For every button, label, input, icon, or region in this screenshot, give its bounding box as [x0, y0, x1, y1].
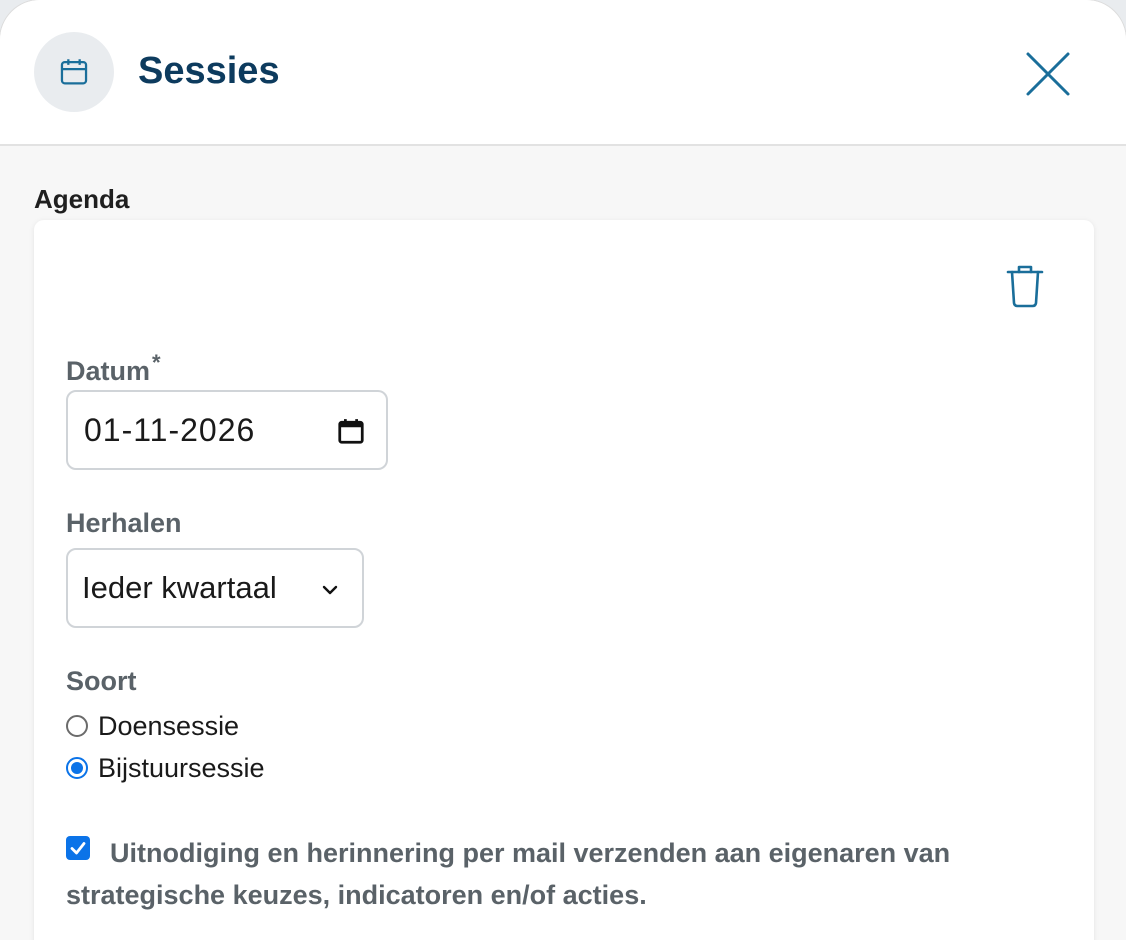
notify-checkbox-row[interactable]: Uitnodiging en herinnering per mail verz… [66, 832, 1046, 916]
sessions-modal: Sessies Agenda Datum* 01-11-2026 Herhale… [0, 0, 1126, 940]
date-value: 01-11-2026 [84, 411, 256, 448]
calendar-icon [60, 59, 88, 85]
delete-session-button[interactable] [1000, 258, 1050, 314]
type-label: Soort [66, 666, 137, 696]
date-label-text: Datum [66, 356, 151, 386]
trash-icon [1006, 265, 1044, 308]
date-input[interactable]: 01-11-2026 [66, 390, 388, 470]
radio-label-doensessie[interactable]: Doensessie [98, 711, 239, 742]
repeat-select[interactable]: Ieder kwartaal [66, 548, 364, 628]
radio-option-doensessie[interactable]: Doensessie [66, 708, 239, 744]
checkmark-icon [70, 842, 86, 855]
notify-checkbox-label[interactable]: Uitnodiging en herinnering per mail verz… [66, 832, 1046, 916]
date-picker-calendar-icon[interactable] [336, 416, 366, 446]
header-icon-circle [34, 32, 114, 112]
repeat-label: Herhalen [66, 508, 182, 538]
section-label-agenda: Agenda [34, 184, 130, 214]
session-card: Datum* 01-11-2026 Herhalen Ieder kwartaa… [34, 220, 1094, 940]
modal-header: Sessies [0, 0, 1126, 146]
radio-label-bijstuursessie[interactable]: Bijstuursessie [98, 753, 265, 784]
date-label: Datum* [66, 346, 161, 388]
close-icon [1026, 52, 1070, 96]
chevron-down-icon [322, 585, 338, 595]
radio-option-bijstuursessie[interactable]: Bijstuursessie [66, 750, 265, 786]
modal-title: Sessies [138, 50, 280, 92]
close-button[interactable] [1018, 44, 1078, 104]
repeat-selected-value: Ieder kwartaal [82, 570, 277, 605]
radio-doensessie[interactable] [66, 715, 88, 737]
notify-checkbox[interactable] [66, 836, 90, 860]
required-marker: * [152, 350, 161, 375]
radio-bijstuursessie[interactable] [66, 757, 88, 779]
